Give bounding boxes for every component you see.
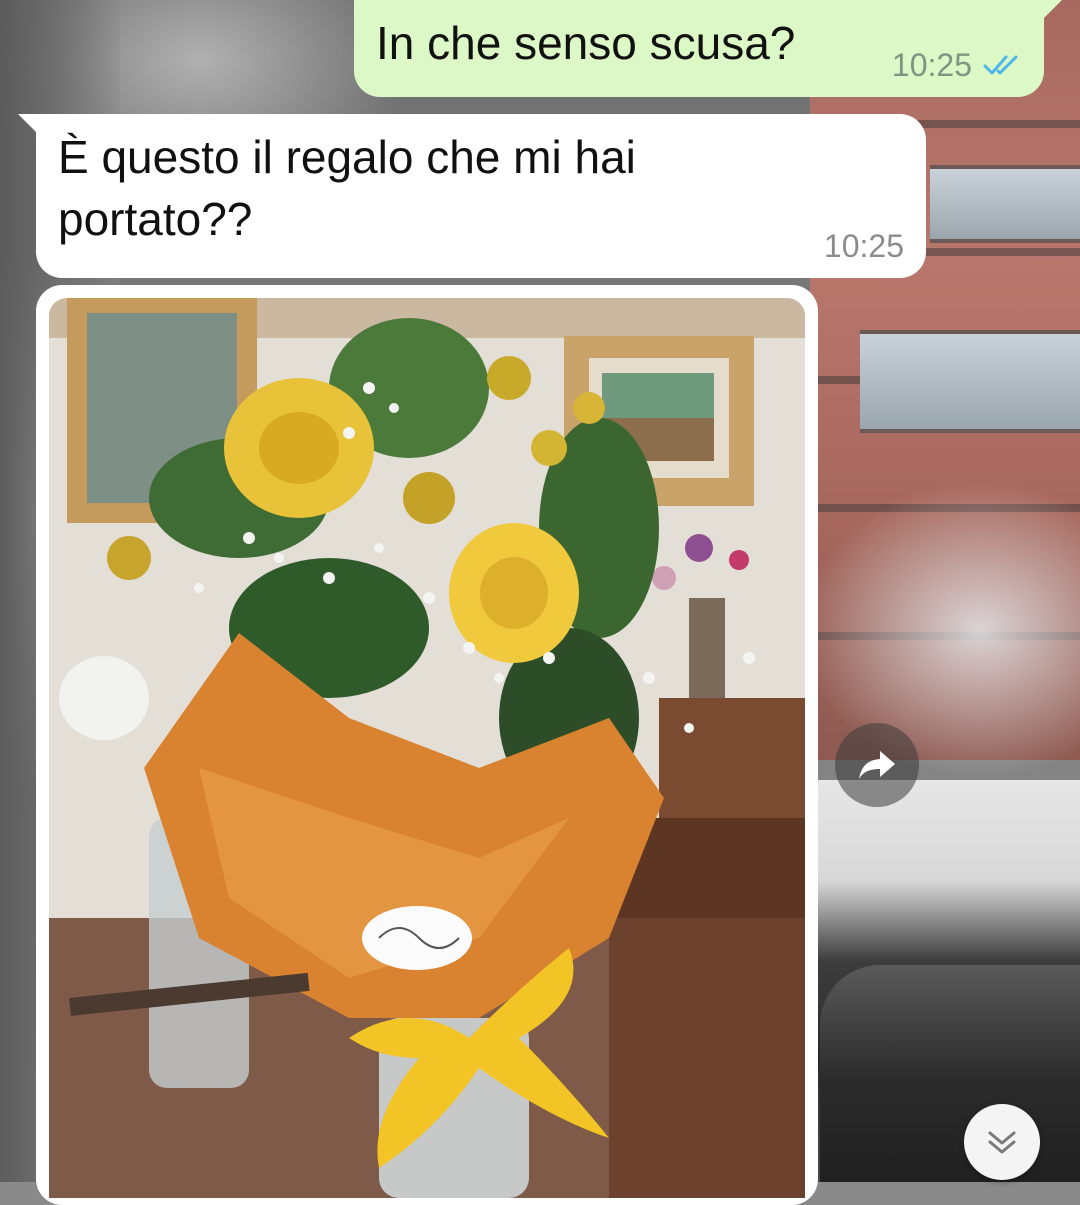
wallpaper-window xyxy=(860,330,1080,433)
double-check-read-icon xyxy=(983,55,1018,75)
photo-flower-bouquet[interactable] xyxy=(49,298,805,1198)
forward-button[interactable] xyxy=(835,723,919,807)
message-time: 10:25 xyxy=(823,228,904,264)
message-meta: 10:25 xyxy=(892,47,1022,83)
incoming-message-bubble[interactable]: È questo il regalo che mi hai portato?? … xyxy=(18,114,926,278)
message-text: È questo il regalo che mi hai portato?? xyxy=(58,131,636,245)
incoming-image-bubble[interactable] xyxy=(36,285,818,1205)
scroll-to-bottom-button[interactable] xyxy=(964,1104,1040,1180)
bouquet-illustration xyxy=(49,298,805,1198)
wallpaper-car xyxy=(820,965,1080,1182)
wallpaper-fog xyxy=(800,480,1080,780)
wallpaper-window xyxy=(930,165,1080,243)
message-time: 10:25 xyxy=(891,47,972,83)
outgoing-message-bubble[interactable]: In che senso scusa? 10:25 xyxy=(354,0,1062,97)
bubble-tail xyxy=(18,114,38,134)
chevron-down-double-icon xyxy=(988,1131,1016,1154)
message-text: In che senso scusa? xyxy=(376,17,796,69)
bubble-tail xyxy=(1042,0,1062,20)
message-meta: 10:25 xyxy=(824,228,904,264)
forward-arrow-icon xyxy=(859,751,895,779)
